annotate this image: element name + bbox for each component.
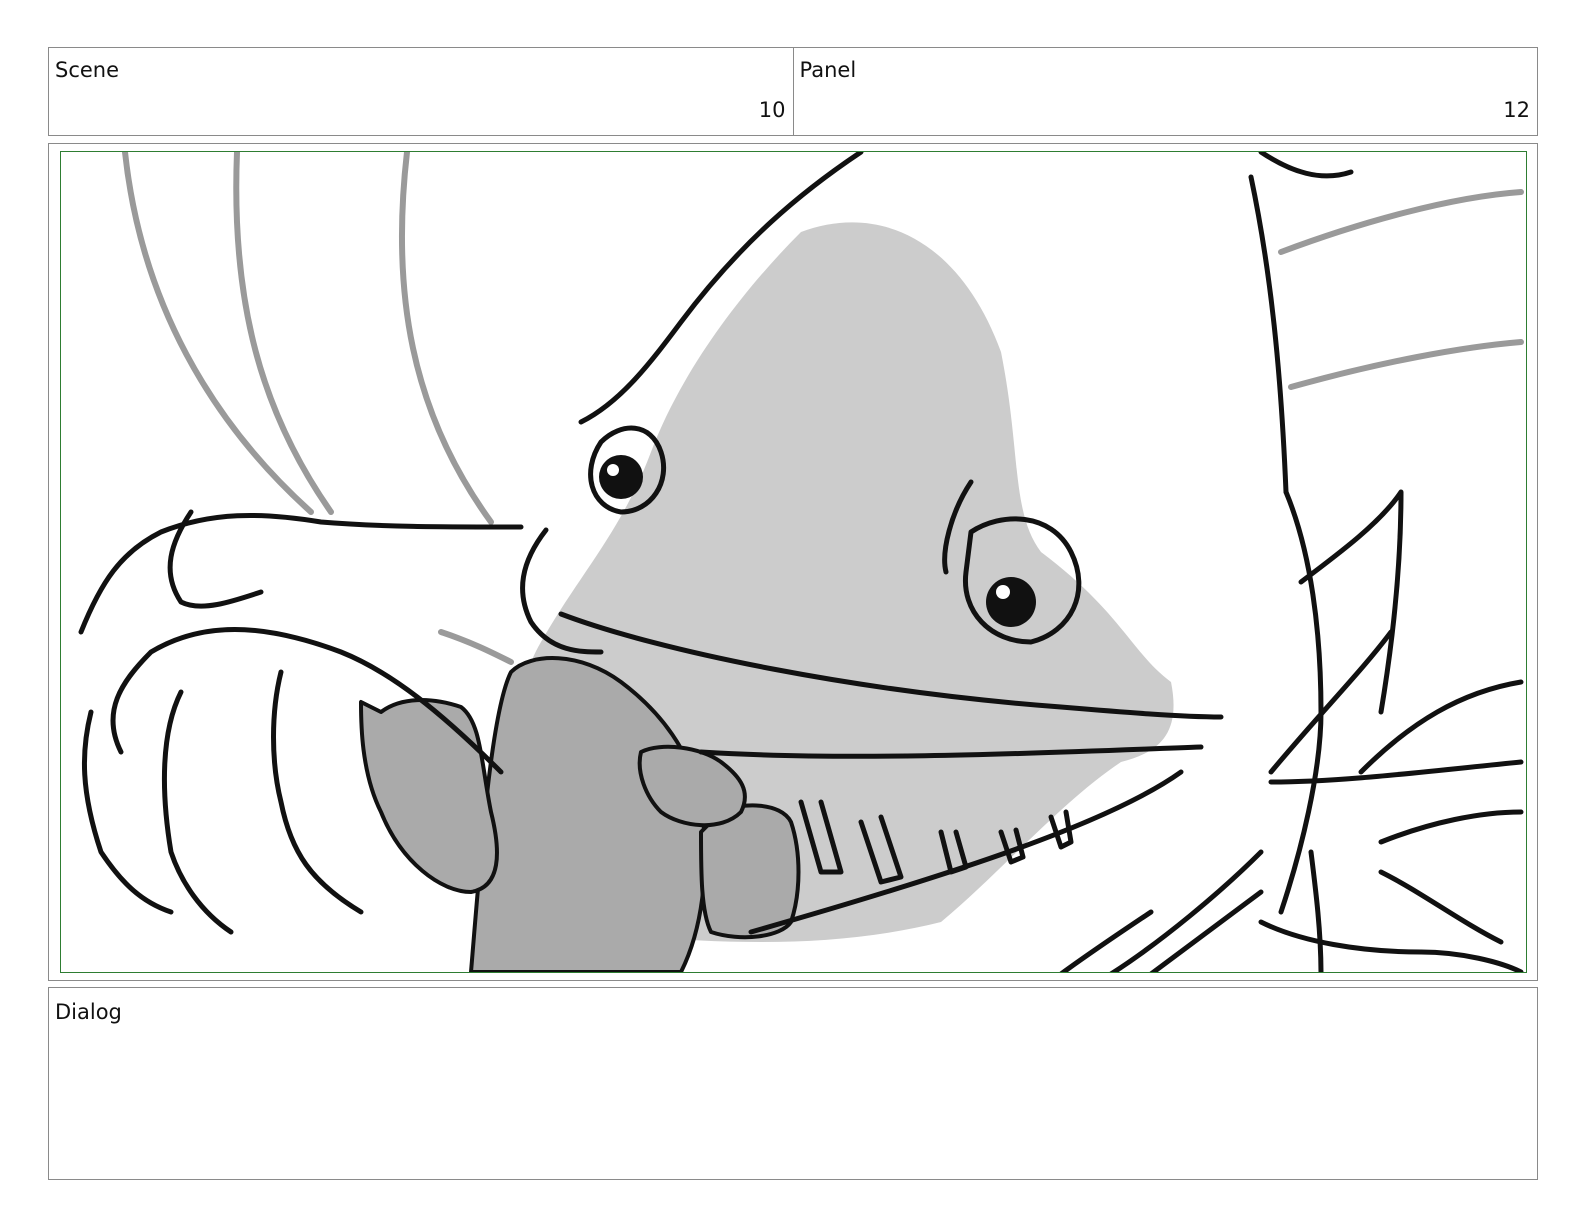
scene-label: Scene (55, 58, 120, 82)
dialog-box[interactable]: Dialog (48, 987, 1538, 1180)
dialog-label: Dialog (55, 1000, 122, 1024)
storyboard-sketch (78, 152, 1524, 972)
storyboard-frame[interactable] (48, 143, 1538, 981)
panel-cell: Panel 12 (792, 48, 1538, 135)
panel-label: Panel (799, 58, 857, 82)
panel-number[interactable]: 12 (1503, 98, 1530, 122)
safe-area-guide (60, 151, 1527, 973)
scene-cell: Scene 10 (49, 48, 793, 135)
panel-header: Scene 10 Panel 12 (48, 47, 1538, 136)
scene-number[interactable]: 10 (759, 98, 786, 122)
